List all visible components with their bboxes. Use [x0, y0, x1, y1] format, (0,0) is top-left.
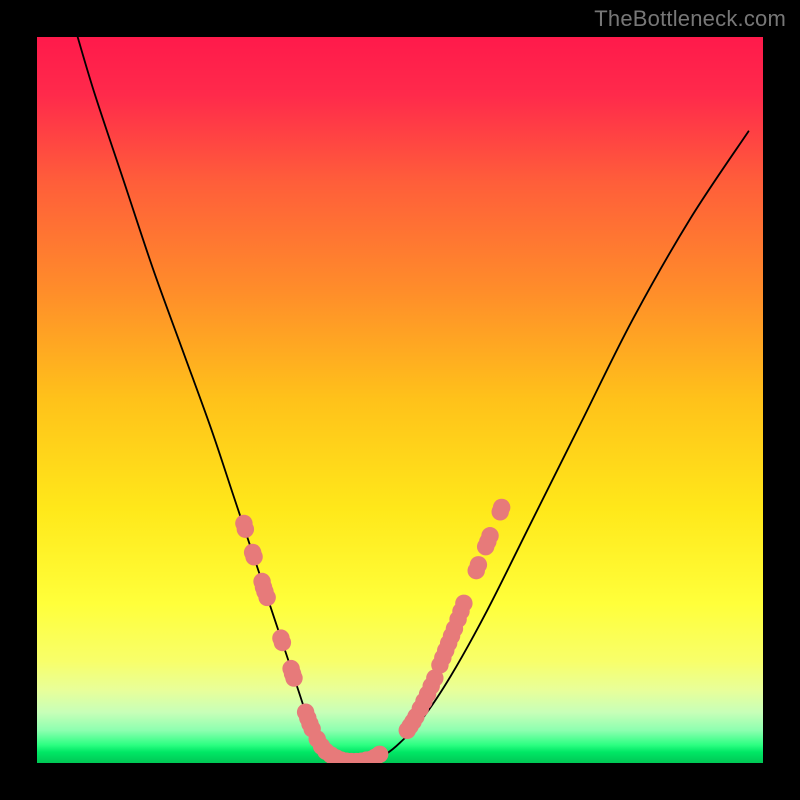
- data-point: [470, 556, 487, 573]
- plot-area: [37, 37, 763, 763]
- data-point: [371, 746, 388, 763]
- data-point: [493, 499, 510, 516]
- bottleneck-curve: [78, 37, 749, 762]
- data-point: [258, 589, 275, 606]
- data-point: [245, 548, 262, 565]
- data-point: [455, 595, 472, 612]
- data-point: [274, 634, 291, 651]
- chart-root: TheBottleneck.com: [0, 0, 800, 800]
- data-point: [481, 527, 498, 544]
- watermark-label: TheBottleneck.com: [594, 6, 786, 32]
- highlight-points: [235, 499, 510, 763]
- data-point: [237, 521, 254, 538]
- chart-svg: [37, 37, 763, 763]
- data-point: [285, 669, 302, 686]
